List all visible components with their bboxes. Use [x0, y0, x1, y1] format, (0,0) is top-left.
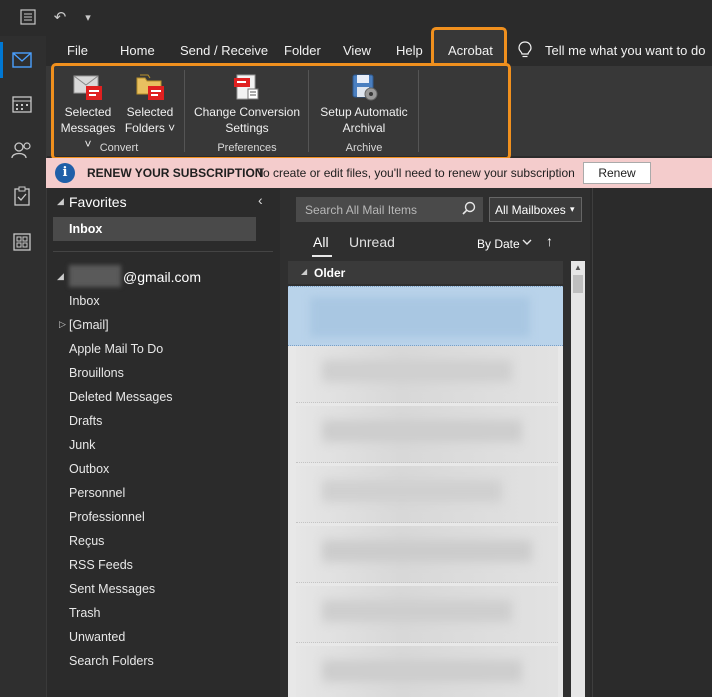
- filter-all-tab[interactable]: All: [313, 234, 329, 250]
- redacted-content: [322, 480, 502, 502]
- title-bar: ↶ ▾: [0, 0, 712, 36]
- collapse-account-icon[interactable]: ◢: [57, 271, 64, 282]
- acrobat-tab-highlight: [431, 27, 507, 67]
- folder-brouillons[interactable]: Brouillons: [69, 366, 124, 380]
- search-box[interactable]: Search All Mail Items: [296, 197, 483, 222]
- collapse-pane-icon[interactable]: ‹: [258, 192, 263, 208]
- tell-me-search[interactable]: Tell me what you want to do: [545, 43, 705, 58]
- quick-access-dropdown-icon[interactable]: ▾: [78, 8, 98, 28]
- chevron-down-icon: ▾: [570, 204, 575, 214]
- folder-rss-feeds[interactable]: RSS Feeds: [69, 558, 133, 572]
- search-input[interactable]: Search All Mail Items: [305, 203, 417, 217]
- vertical-scrollbar[interactable]: ▲: [571, 261, 585, 697]
- favorites-inbox-item[interactable]: Inbox: [53, 217, 256, 241]
- search-scope-dropdown[interactable]: All Mailboxes ▾: [489, 197, 582, 222]
- folder-recus[interactable]: Reçus: [69, 534, 104, 548]
- tab-help[interactable]: Help: [396, 43, 423, 58]
- redacted-content: [322, 420, 522, 442]
- folder-deleted-messages[interactable]: Deleted Messages: [69, 390, 173, 404]
- folder-unwanted[interactable]: Unwanted: [69, 630, 125, 644]
- tasks-icon[interactable]: [8, 182, 36, 210]
- sort-direction-arrow-icon[interactable]: ↑: [546, 233, 553, 249]
- message-row[interactable]: [296, 646, 558, 697]
- redacted-content: [322, 600, 512, 622]
- customize-icon[interactable]: [18, 8, 38, 28]
- folder-search-folders[interactable]: Search Folders: [69, 654, 154, 668]
- collapse-favorites-icon[interactable]: ◢: [57, 196, 64, 207]
- tab-view[interactable]: View: [343, 43, 371, 58]
- sort-by-date-button[interactable]: By Date: [477, 237, 520, 251]
- collapse-group-icon[interactable]: ◢: [301, 267, 307, 276]
- people-icon[interactable]: [8, 136, 36, 164]
- folder-junk[interactable]: Junk: [69, 438, 95, 452]
- folder-sent-messages[interactable]: Sent Messages: [69, 582, 155, 596]
- filter-unread-tab[interactable]: Unread: [349, 234, 395, 250]
- folder-outbox[interactable]: Outbox: [69, 462, 109, 476]
- banner-title: RENEW YOUR SUBSCRIPTION: [87, 166, 264, 180]
- expand-gmail-icon[interactable]: ▷: [59, 319, 66, 330]
- acrobat-ribbon-highlight: [51, 63, 511, 160]
- message-row[interactable]: [296, 466, 558, 523]
- redacted-content: [322, 360, 512, 382]
- reading-pane: [590, 188, 712, 697]
- message-row[interactable]: [296, 346, 558, 403]
- subscription-banner: i RENEW YOUR SUBSCRIPTION To create or e…: [46, 158, 712, 188]
- favorites-header[interactable]: Favorites: [69, 194, 127, 210]
- active-filter-underline: [312, 255, 332, 257]
- folder-pane: ◢ Favorites ‹ Inbox ◢ @gmail.com Inbox ▷…: [47, 188, 279, 697]
- redacted-content: [310, 297, 530, 337]
- redacted-content: [322, 540, 532, 562]
- search-icon[interactable]: [462, 201, 476, 220]
- tab-folder[interactable]: Folder: [284, 43, 321, 58]
- scroll-up-icon[interactable]: ▲: [574, 263, 582, 272]
- folder-trash[interactable]: Trash: [69, 606, 101, 620]
- account-email[interactable]: @gmail.com: [123, 269, 201, 285]
- acrobat-ribbon: Selected Messages ˅ Selected Folders ˅ C…: [46, 63, 712, 160]
- folder-drafts[interactable]: Drafts: [69, 414, 102, 428]
- lightbulb-icon: [518, 41, 532, 64]
- group-header-older[interactable]: ◢ Older: [288, 261, 563, 284]
- message-list-pane: Search All Mail Items All Mailboxes ▾ Al…: [280, 188, 590, 697]
- tab-send-receive[interactable]: Send / Receive: [180, 43, 268, 58]
- banner-message: To create or edit files, you'll need to …: [257, 166, 575, 180]
- folder-personnel[interactable]: Personnel: [69, 486, 125, 500]
- divider: [53, 251, 273, 252]
- search-scope-label: All Mailboxes: [495, 203, 566, 217]
- apps-icon[interactable]: [8, 228, 36, 256]
- message-list: [288, 286, 563, 697]
- folder-inbox[interactable]: Inbox: [69, 294, 100, 308]
- info-icon: i: [55, 163, 75, 183]
- calendar-icon[interactable]: [8, 90, 36, 118]
- ribbon-tabs: File Home Send / Receive Folder View Hel…: [46, 27, 712, 67]
- chevron-down-icon[interactable]: [521, 235, 533, 253]
- group-header-label: Older: [314, 266, 346, 280]
- tab-home[interactable]: Home: [120, 43, 155, 58]
- renew-button[interactable]: Renew: [583, 162, 651, 184]
- pane-divider: [592, 188, 593, 697]
- folder-gmail[interactable]: [Gmail]: [69, 318, 109, 332]
- navigation-rail: [0, 36, 47, 697]
- favorites-inbox-label: Inbox: [69, 222, 103, 236]
- undo-icon[interactable]: ↶: [50, 8, 70, 28]
- scrollbar-thumb[interactable]: [573, 275, 583, 293]
- redacted-content: [322, 660, 522, 682]
- folder-apple-mail-to-do[interactable]: Apple Mail To Do: [69, 342, 163, 356]
- mail-icon[interactable]: [8, 46, 36, 74]
- message-row[interactable]: [296, 406, 558, 463]
- folder-professionnel[interactable]: Professionnel: [69, 510, 145, 524]
- message-row[interactable]: [296, 526, 558, 583]
- redacted-account-name: [69, 265, 121, 287]
- tab-file[interactable]: File: [67, 43, 88, 58]
- active-indicator: [0, 42, 3, 78]
- message-row[interactable]: [296, 586, 558, 643]
- selected-message-row[interactable]: [288, 286, 563, 346]
